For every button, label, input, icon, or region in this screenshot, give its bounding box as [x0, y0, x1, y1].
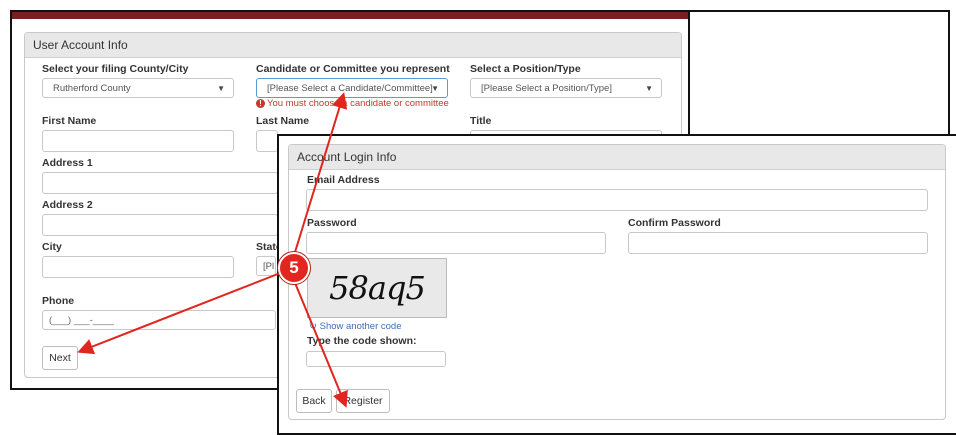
step-marker: 5: [278, 252, 310, 284]
arrow-to-next: [77, 271, 284, 355]
arrow-to-candidate: [291, 92, 348, 263]
arrow-to-register: [292, 277, 348, 408]
annotation-arrows: [77, 92, 348, 408]
